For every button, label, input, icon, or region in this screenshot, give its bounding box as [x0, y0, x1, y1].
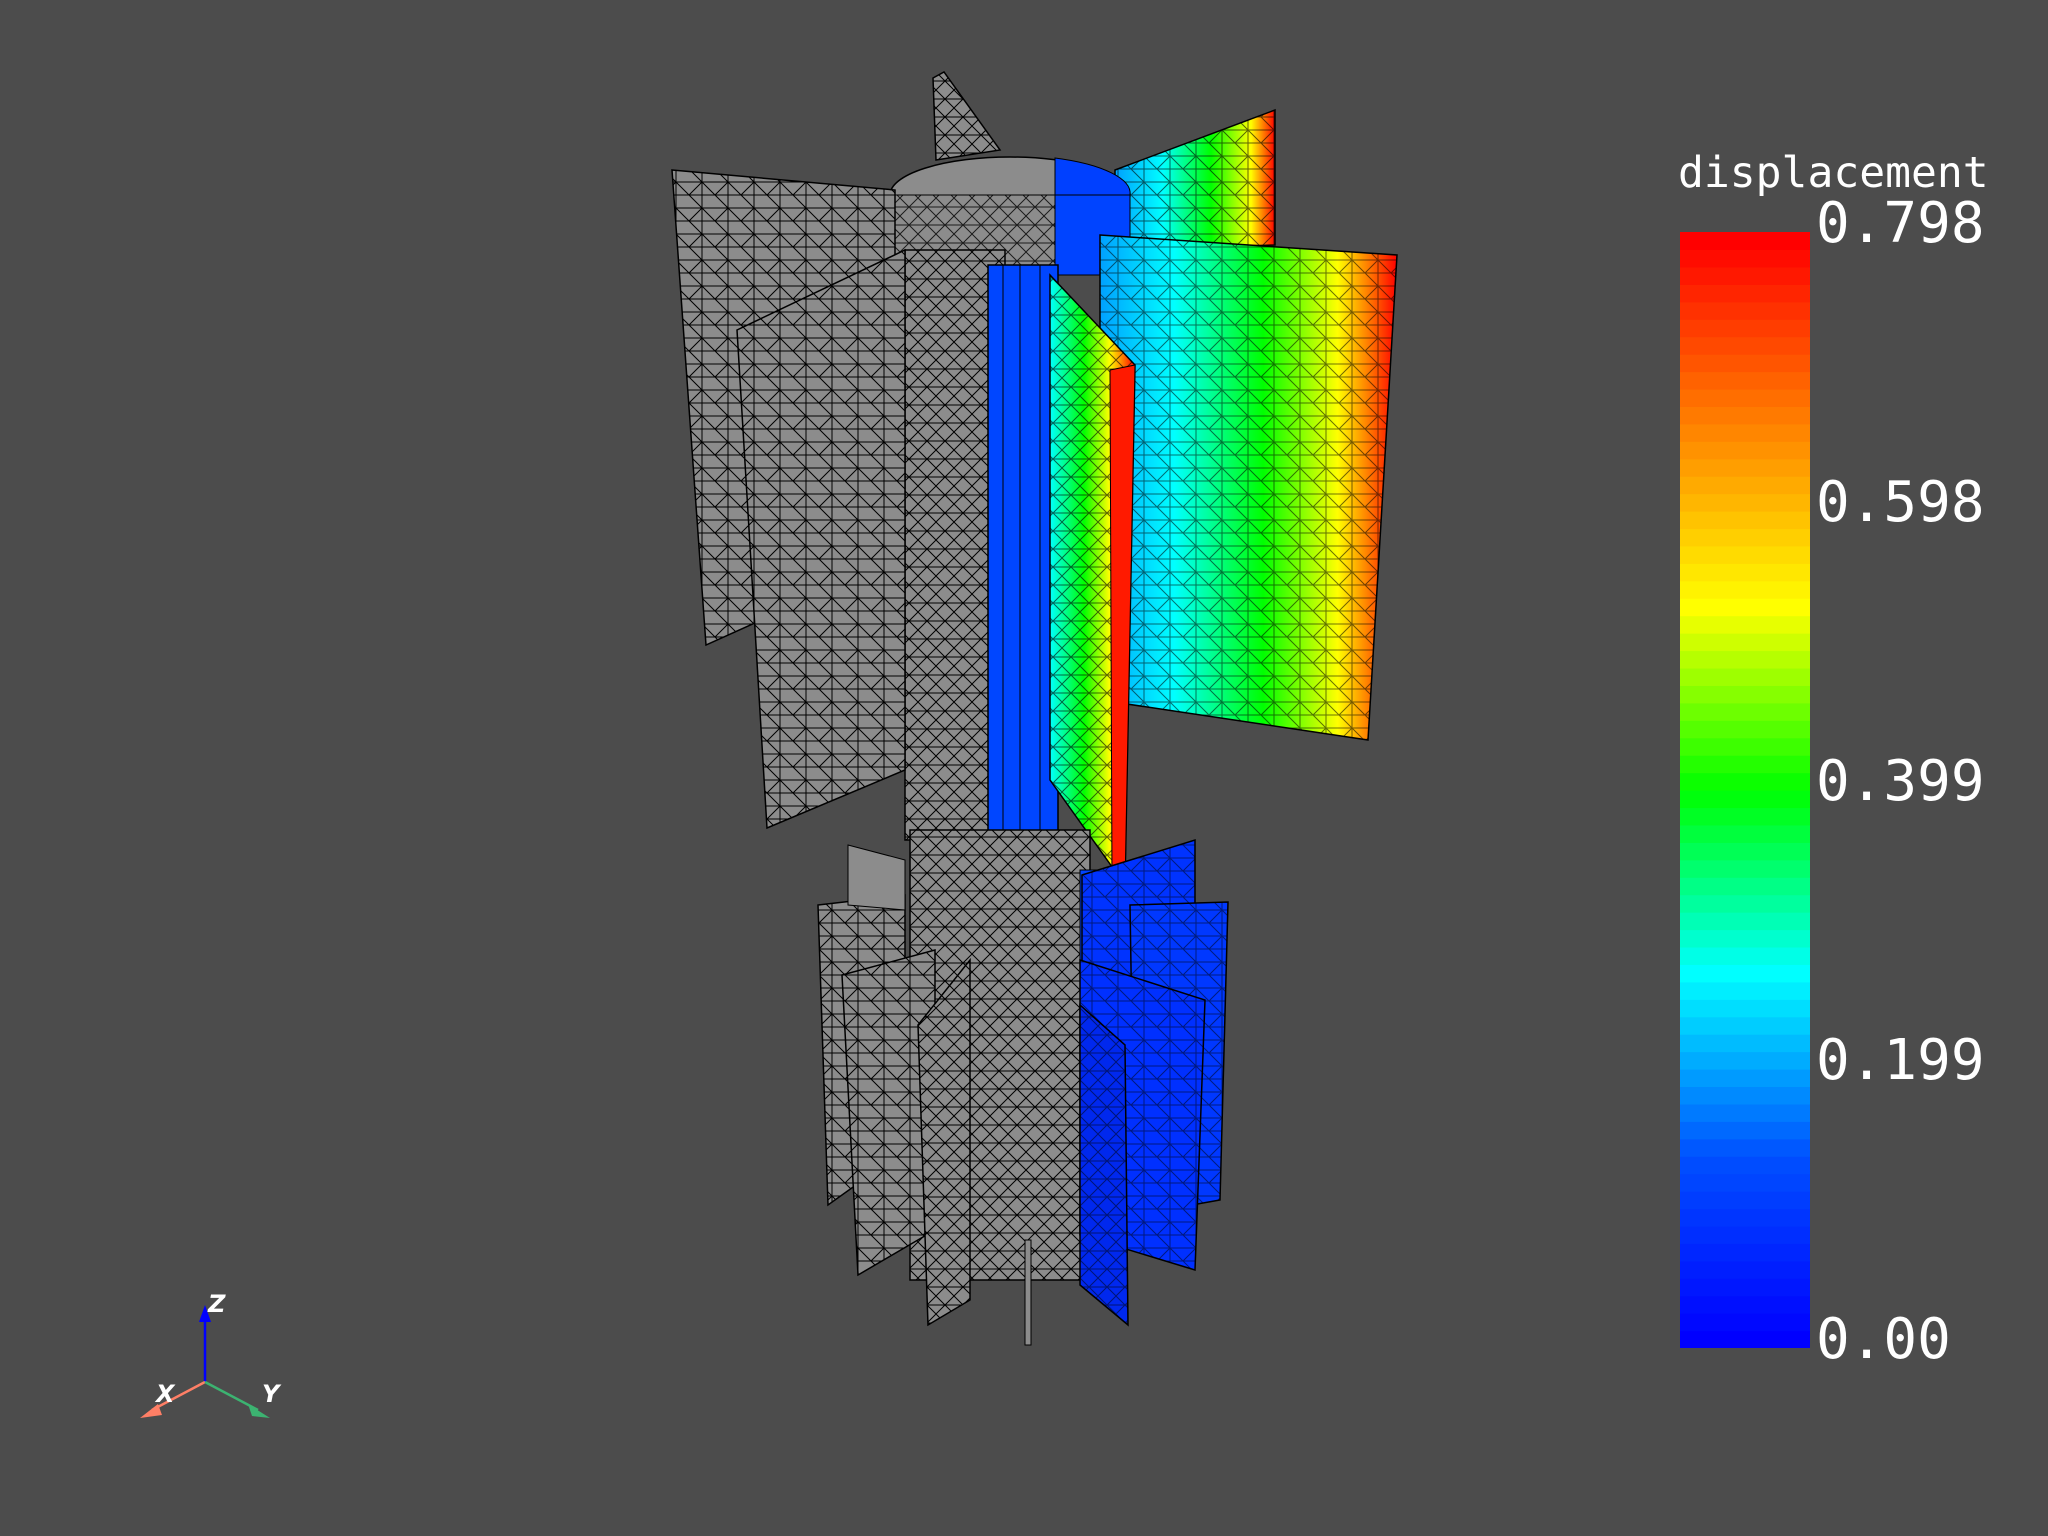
colorbar-band: [1680, 232, 1810, 251]
colorbar-band: [1680, 1103, 1810, 1122]
colorbar-band: [1680, 476, 1810, 495]
colorbar-band: [1680, 807, 1810, 826]
colorbar-band: [1680, 441, 1810, 460]
colorbar-band: [1680, 1016, 1810, 1035]
colorbar-band: [1680, 1330, 1810, 1348]
tick-label: 0.598: [1816, 470, 1985, 535]
colorbar-band: [1680, 1191, 1810, 1210]
colorbar-band: [1680, 1260, 1810, 1279]
colorbar-band: [1680, 1051, 1810, 1070]
colorbar-band: [1680, 284, 1810, 303]
top-right-fin: [1114, 108, 1276, 251]
colorbar-band: [1680, 912, 1810, 931]
inner-front-fin: [1049, 273, 1136, 888]
colorbar-band: [1680, 249, 1810, 268]
colorbar-band: [1680, 580, 1810, 599]
colorbar-band: [1680, 458, 1810, 477]
colorbar-band: [1680, 667, 1810, 686]
colorbar-band: [1680, 493, 1810, 512]
colorbar-band: [1680, 650, 1810, 669]
colorbar-band: [1680, 528, 1810, 547]
colorbar-band: [1680, 1138, 1810, 1157]
colorbar-band: [1680, 842, 1810, 861]
body-blue-section: [987, 264, 1059, 841]
tick-label: 0.199: [1816, 1028, 1985, 1093]
x-axis-label: X: [156, 1380, 175, 1408]
colorbar-band: [1680, 946, 1810, 965]
right-fin: [1099, 234, 1398, 741]
colorbar-band: [1680, 406, 1810, 425]
colorbar-band: [1680, 1278, 1810, 1297]
colorbar-band: [1680, 1069, 1810, 1088]
colorbar-band: [1680, 1243, 1810, 1262]
colorbar-band: [1680, 824, 1810, 843]
colorbar-band: [1680, 1121, 1810, 1140]
colorbar-band: [1680, 981, 1810, 1000]
colorbar-band: [1680, 1156, 1810, 1175]
tick-label: 0.00: [1816, 1307, 1951, 1372]
colorbar-band: [1680, 999, 1810, 1018]
colorbar-band: [1680, 511, 1810, 530]
top-spike: [932, 71, 1002, 161]
colorbar-band: [1680, 964, 1810, 983]
tick-label: 0.798: [1816, 191, 1985, 256]
render-viewport[interactable]: Z X Y displacement 0.798 0.598 0.399 0.1…: [0, 0, 2048, 1536]
colorbar-band: [1680, 755, 1810, 774]
colorbar-band: [1680, 720, 1810, 739]
colorbar-band: [1680, 1208, 1810, 1227]
colorbar-band: [1680, 371, 1810, 390]
z-axis-label: Z: [208, 1290, 226, 1318]
colorbar-band: [1680, 877, 1810, 896]
colorbar-band: [1680, 354, 1810, 373]
colorbar-band: [1680, 266, 1810, 285]
colorbar-band: [1680, 1313, 1810, 1332]
left-front-fin: [736, 248, 906, 830]
colorbar-band: [1680, 1225, 1810, 1244]
colorbar-band: [1680, 772, 1810, 791]
y-axis-label: Y: [262, 1380, 280, 1408]
colorbar-band: [1680, 615, 1810, 634]
colorbar-band: [1680, 790, 1810, 809]
colorbar-band: [1680, 1295, 1810, 1314]
colorbar-band: [1680, 1034, 1810, 1053]
colorbar-band: [1680, 894, 1810, 913]
colorbar-band: [1680, 423, 1810, 442]
colorbar-band: [1680, 545, 1810, 564]
colorbar-band: [1680, 737, 1810, 756]
colorbar-band: [1680, 598, 1810, 617]
colorbar-band: [1680, 301, 1810, 320]
colorbar-band: [1680, 1086, 1810, 1105]
colorbar-band: [1680, 563, 1810, 582]
lower-right-fins: [1079, 838, 1229, 1327]
colorbar: [1680, 232, 1810, 1348]
colorbar-band: [1680, 685, 1810, 704]
colorbar-band: [1680, 319, 1810, 338]
colorbar-band: [1680, 702, 1810, 721]
colorbar-band: [1680, 633, 1810, 652]
colorbar-band: [1680, 336, 1810, 355]
colorbar-band: [1680, 388, 1810, 407]
tick-label: 0.399: [1816, 749, 1985, 814]
colorbar-band: [1680, 859, 1810, 878]
colorbar-band: [1680, 1173, 1810, 1192]
colorbar-band: [1680, 929, 1810, 948]
